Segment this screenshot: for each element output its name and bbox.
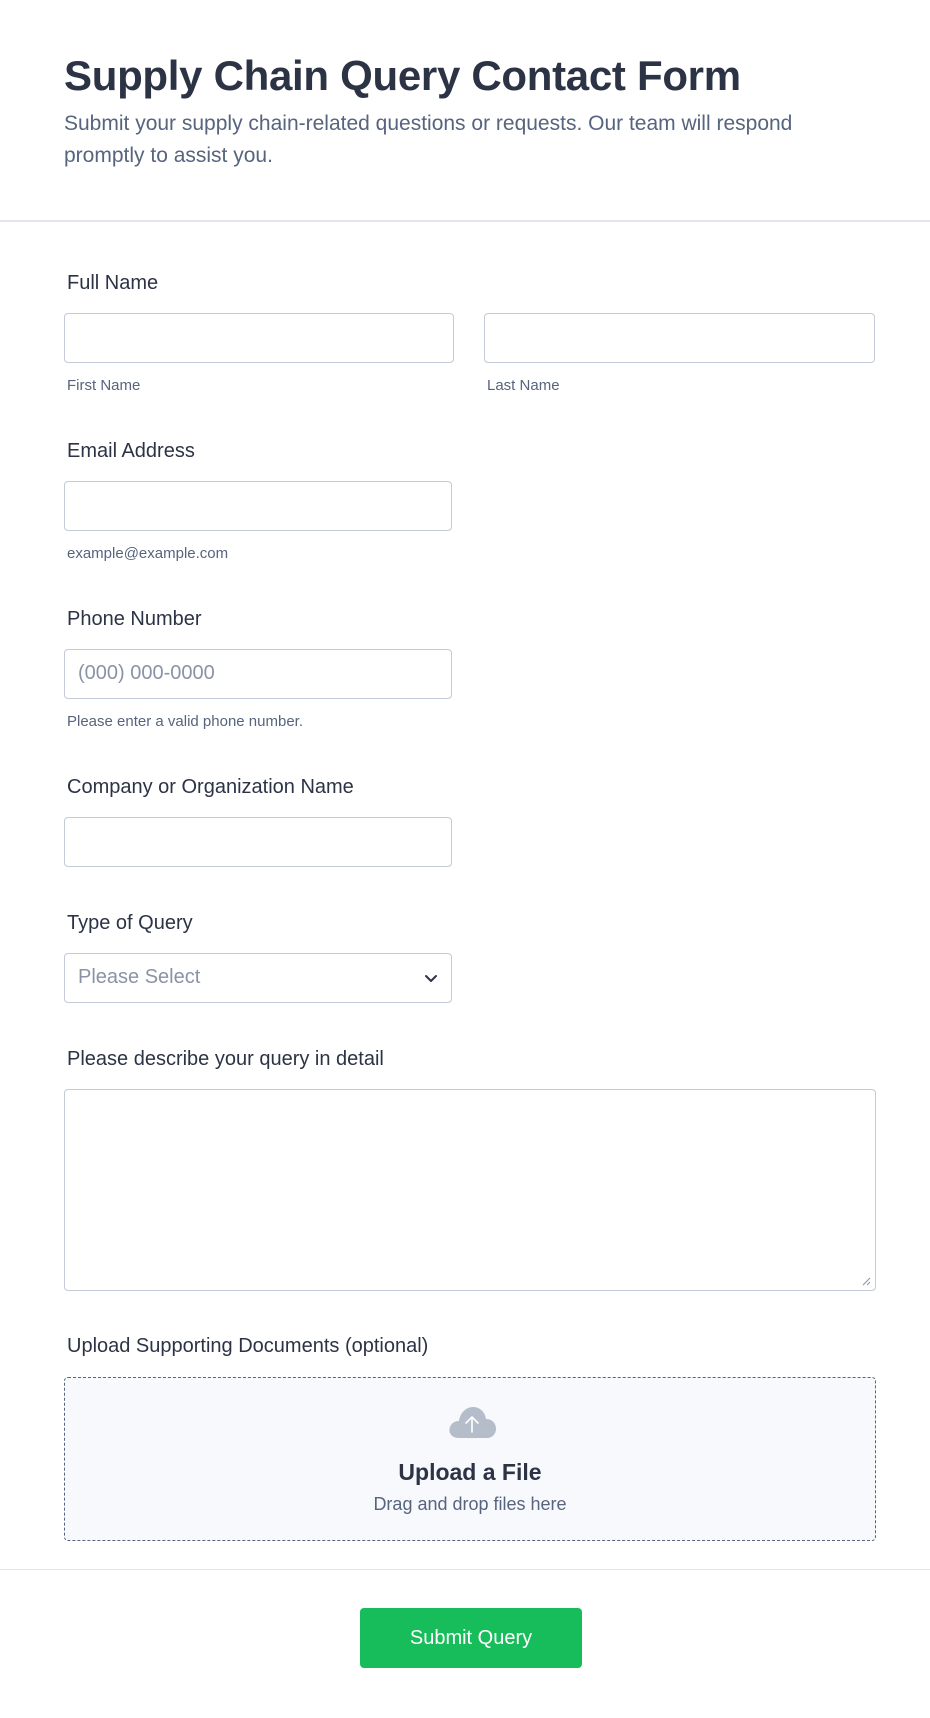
phone-sublabel: Please enter a valid phone number.	[67, 713, 303, 730]
company-input[interactable]	[64, 817, 452, 867]
chevron-down-icon	[425, 975, 437, 982]
form-footer: Submit Query	[0, 1569, 930, 1718]
submit-query-button[interactable]: Submit Query	[360, 1608, 582, 1668]
submit-query-label: Submit Query	[409, 1627, 533, 1649]
description-textarea[interactable]	[64, 1089, 876, 1291]
form-header: Supply Chain Query Contact Form Submit y…	[0, 0, 930, 222]
email-sublabel: example@example.com	[67, 545, 229, 562]
query-type-label: Type of Query	[67, 912, 193, 934]
phone-label: Phone Number	[67, 608, 202, 630]
last-name-sublabel: Last Name	[487, 377, 560, 394]
email-field[interactable]	[64, 481, 452, 531]
query-type-select[interactable]: Please Select	[64, 953, 452, 1003]
page-title: Supply Chain Query Contact Form	[64, 52, 741, 99]
cloud-upload-icon	[449, 1407, 496, 1438]
email-label: Email Address	[67, 440, 195, 462]
first-name-input[interactable]	[64, 313, 454, 363]
upload-label: Upload Supporting Documents (optional)	[67, 1335, 429, 1357]
phone-placeholder: (000) 000-0000	[78, 662, 215, 684]
query-type-selected: Please Select	[78, 966, 201, 988]
full-name-label: Full Name	[67, 272, 159, 294]
upload-title: Upload a File	[398, 1459, 542, 1485]
company-label: Company or Organization Name	[67, 776, 354, 798]
upload-subtitle: Drag and drop files here	[373, 1494, 567, 1514]
page-subtitle: Submit your supply chain-related questio…	[64, 112, 793, 167]
resize-grip-icon[interactable]	[861, 1276, 871, 1286]
phone-input[interactable]: (000) 000-0000	[64, 649, 452, 699]
last-name-input[interactable]	[484, 313, 875, 363]
description-label: Please describe your query in detail	[67, 1048, 384, 1070]
file-dropzone[interactable]: Upload a File Drag and drop files here	[64, 1377, 876, 1541]
first-name-sublabel: First Name	[67, 377, 141, 394]
